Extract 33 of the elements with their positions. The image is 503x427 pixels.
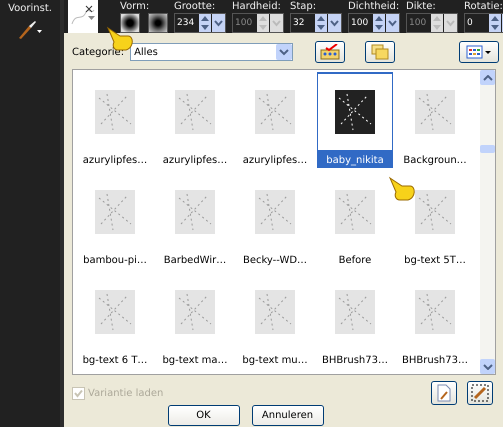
dialog-button[interactable]: OK — [168, 405, 240, 426]
field-label: Stap: — [290, 1, 318, 12]
field-label: Dikte: — [406, 1, 437, 12]
shape-label: Vorm: — [120, 1, 150, 12]
category-manage-button[interactable] — [315, 41, 346, 63]
category-dropdown[interactable]: Alles — [130, 43, 294, 61]
new-brush-button[interactable] — [431, 381, 457, 405]
page-brush-icon — [436, 384, 452, 402]
field-label: Grootte: — [174, 1, 216, 12]
dialog-button[interactable]: Annuleren — [252, 405, 324, 426]
brush-icon[interactable] — [17, 20, 43, 40]
field-label: Rotatie: — [464, 1, 503, 12]
brush-item[interactable]: baby_nikita — [317, 72, 393, 168]
field-label: Dichtheid: — [348, 1, 400, 12]
selection-brush-button[interactable] — [467, 381, 493, 405]
grid-view-icon — [466, 45, 492, 59]
scrollbar[interactable] — [480, 70, 495, 374]
brush-preview[interactable] — [68, 0, 98, 33]
checklist-icon — [320, 44, 340, 60]
checkbox-icon — [72, 386, 85, 400]
scroll-thumb[interactable] — [480, 145, 495, 153]
round-shape-button[interactable] — [120, 13, 140, 33]
preset-label: Voorinst. — [8, 3, 52, 14]
view-options-button[interactable] — [459, 41, 499, 63]
folders-button[interactable] — [365, 41, 396, 63]
field-label: Hardheid: — [232, 1, 282, 12]
caret-icon[interactable] — [88, 16, 95, 20]
folders-icon — [371, 44, 390, 60]
selection-brush-icon — [471, 384, 489, 402]
scroll-up-button[interactable] — [480, 70, 495, 85]
scroll-down-button[interactable] — [480, 359, 495, 374]
category-label: Categorie: — [72, 46, 124, 58]
square-shape-button[interactable] — [148, 13, 168, 33]
